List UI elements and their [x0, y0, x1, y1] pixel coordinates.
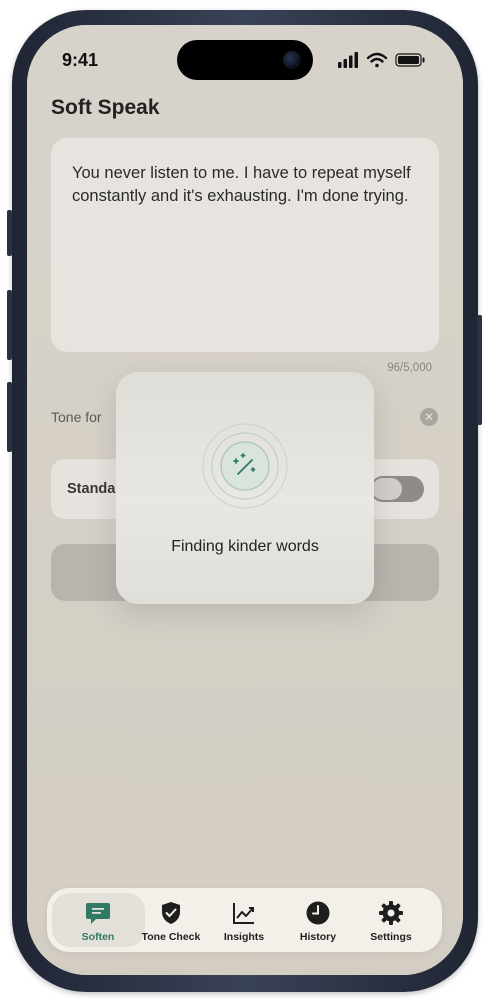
- tab-settings[interactable]: Settings: [351, 900, 431, 943]
- dynamic-island: [177, 40, 313, 80]
- power-button: [477, 315, 482, 425]
- character-count: 96/5,000: [387, 362, 432, 374]
- volume-down-button: [7, 382, 12, 452]
- message-input-text[interactable]: You never listen to me. I have to repeat…: [72, 162, 432, 208]
- signal-icon: [338, 52, 358, 68]
- clear-icon[interactable]: ✕: [420, 408, 438, 426]
- tab-label: Tone Check: [141, 931, 201, 943]
- wifi-icon: [366, 52, 388, 68]
- loading-message: Finding kinder words: [171, 538, 319, 555]
- tone-label: Tone for: [51, 409, 102, 425]
- battery-icon: [395, 53, 425, 67]
- tab-label: Settings: [370, 931, 412, 943]
- tab-soften[interactable]: Soften: [58, 900, 138, 943]
- tab-insights[interactable]: Insights: [204, 900, 284, 943]
- clock-icon: [306, 901, 330, 925]
- tab-label: History: [299, 931, 337, 943]
- status-time: 9:41: [62, 50, 99, 70]
- loading-spinner: [202, 423, 288, 509]
- tab-tone-check[interactable]: Tone Check: [131, 900, 211, 943]
- status-icons: [338, 52, 425, 68]
- toggle-knob: [372, 478, 402, 500]
- chat-icon: [86, 903, 110, 924]
- mode-toggle[interactable]: [370, 476, 424, 502]
- app-title: Soft Speak: [51, 96, 160, 119]
- action-button: [7, 210, 12, 256]
- gear-icon: [379, 901, 403, 925]
- mode-label: Standa: [67, 481, 116, 497]
- tab-history[interactable]: History: [278, 900, 358, 943]
- tab-label: Soften: [81, 931, 115, 943]
- tab-label: Insights: [223, 931, 265, 943]
- shield-check-icon: [162, 902, 180, 924]
- chart-icon: [233, 903, 254, 924]
- volume-up-button: [7, 290, 12, 360]
- camera-icon: [283, 51, 301, 69]
